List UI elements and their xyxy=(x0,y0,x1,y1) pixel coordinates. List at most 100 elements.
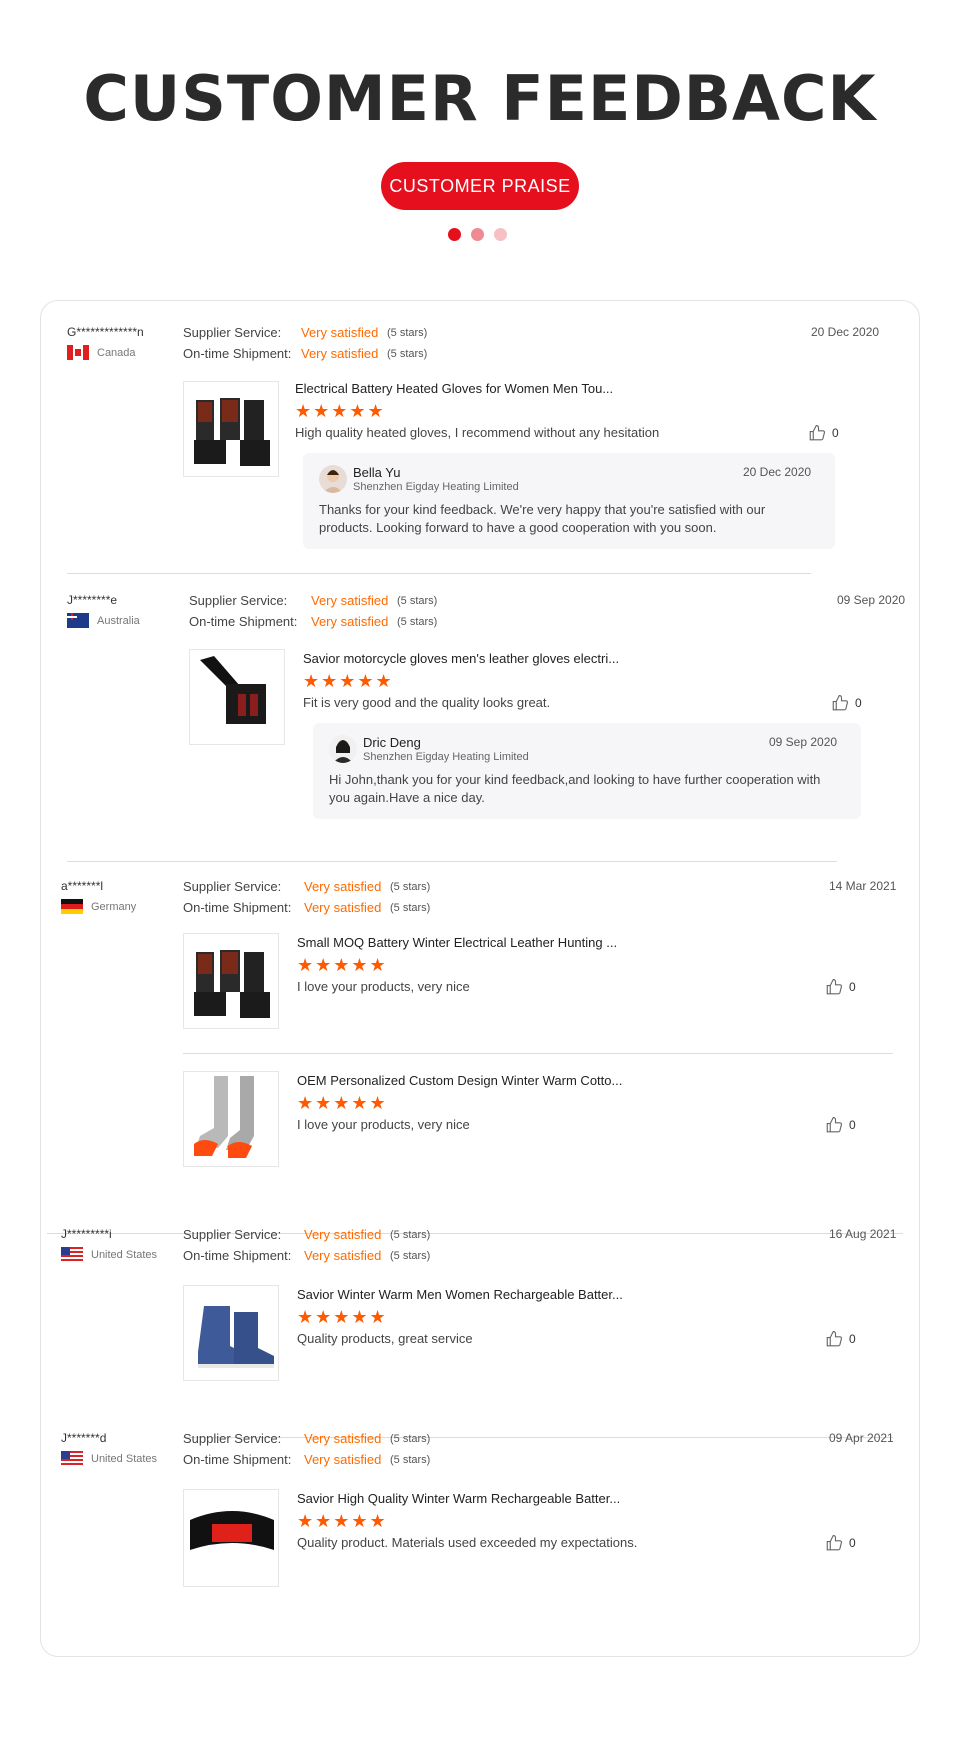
seller-avatar xyxy=(329,735,357,763)
product-title-link[interactable]: Electrical Battery Heated Gloves for Wom… xyxy=(295,381,613,396)
review-text: I love your products, very nice xyxy=(297,979,470,994)
thumbs-up-icon xyxy=(826,1534,843,1551)
thumbs-up-icon xyxy=(832,694,849,711)
product-star-rating: ★★★★★ xyxy=(303,671,394,691)
thumbs-up-icon xyxy=(826,1330,843,1347)
reviewer-country: Germany xyxy=(61,899,136,914)
reviewer-name: a*******l xyxy=(61,879,104,893)
ontime-shipment-rating: Very satisfied xyxy=(311,614,389,629)
seller-company: Shenzhen Eigday Heating Limited xyxy=(353,481,519,493)
product-thumbnail-heated-socks[interactable] xyxy=(183,1071,279,1167)
product-title-link[interactable]: OEM Personalized Custom Design Winter Wa… xyxy=(297,1073,622,1088)
item-divider xyxy=(183,1053,893,1054)
product-title-link[interactable]: Savior Winter Warm Men Women Rechargeabl… xyxy=(297,1287,623,1302)
reply-text: Hi John,thank you for your kind feedback… xyxy=(329,772,821,805)
reviewer-country: United States xyxy=(61,1247,157,1262)
thumbs-up-icon xyxy=(826,978,843,995)
supplier-service-stars: (5 stars) xyxy=(387,327,428,339)
country-name: United States xyxy=(91,1452,158,1465)
divider xyxy=(67,861,837,862)
australia-flag-icon xyxy=(67,613,89,628)
product-thumbnail-motorcycle-gloves[interactable] xyxy=(189,649,285,745)
usa-flag-icon xyxy=(61,1451,83,1466)
product-title-link[interactable]: Small MOQ Battery Winter Electrical Leat… xyxy=(297,935,617,950)
thumbs-up-icon xyxy=(809,424,826,441)
review-text: High quality heated gloves, I recommend … xyxy=(295,425,660,440)
ontime-shipment-stars: (5 stars) xyxy=(387,348,428,360)
carousel-dot-1[interactable] xyxy=(448,228,461,241)
reply-text: Thanks for your kind feedback. We're ver… xyxy=(319,502,766,535)
reviewer-name: J*******d xyxy=(61,1431,107,1445)
country-name: Australia xyxy=(97,614,140,627)
seller-name: Dric Deng xyxy=(363,735,421,750)
seller-reply: Bella Yu Shenzhen Eigday Heating Limited… xyxy=(303,453,835,549)
supplier-service-stars: (5 stars) xyxy=(397,595,438,607)
like-count: 0 xyxy=(849,1118,856,1132)
reviewer-name: J********e xyxy=(67,593,118,607)
review-text: Quality product. Materials used exceeded… xyxy=(297,1535,638,1550)
reviewer-name: G*************n xyxy=(67,325,144,339)
reviewer-country: Canada xyxy=(67,345,136,360)
reply-date: 09 Sep 2020 xyxy=(769,735,838,749)
ontime-shipment-label: On-time Shipment: xyxy=(183,900,292,915)
feedback-card: G*************n Canada Supplier Service:… xyxy=(40,300,920,1657)
review-date: 20 Dec 2020 xyxy=(811,325,880,339)
review-date: 16 Aug 2021 xyxy=(829,1227,897,1241)
product-title-link[interactable]: Savior High Quality Winter Warm Recharge… xyxy=(297,1491,620,1506)
seller-company: Shenzhen Eigday Heating Limited xyxy=(363,751,529,763)
supplier-service-rating: Very satisfied xyxy=(304,879,382,894)
product-star-rating: ★★★★★ xyxy=(297,1093,388,1113)
review-text: Quality products, great service xyxy=(297,1331,473,1346)
product-star-rating: ★★★★★ xyxy=(297,955,388,975)
like-button[interactable]: 0 xyxy=(825,978,856,996)
product-star-rating: ★★★★★ xyxy=(297,1511,388,1531)
product-thumbnail-boots[interactable] xyxy=(183,1285,279,1381)
canada-flag-icon xyxy=(67,345,89,360)
like-count: 0 xyxy=(849,980,856,994)
like-button[interactable]: 0 xyxy=(825,1534,856,1552)
product-thumbnail-gloves[interactable] xyxy=(183,933,279,1029)
page-title: CUSTOMER FEEDBACK xyxy=(83,62,877,135)
review-text: Fit is very good and the quality looks g… xyxy=(303,695,551,710)
ontime-shipment-rating: Very satisfied xyxy=(304,1452,382,1467)
reviewer-name: J*********i xyxy=(61,1227,112,1241)
review-date: 09 Sep 2020 xyxy=(837,593,906,607)
supplier-service-rating: Very satisfied xyxy=(304,1431,382,1446)
supplier-service-label: Supplier Service: xyxy=(183,1227,282,1242)
carousel-dot-3[interactable] xyxy=(494,228,507,241)
like-button[interactable]: 0 xyxy=(825,1116,856,1134)
product-star-rating: ★★★★★ xyxy=(297,1307,388,1327)
like-count: 0 xyxy=(849,1536,856,1550)
supplier-service-stars: (5 stars) xyxy=(390,881,431,893)
review-date: 14 Mar 2021 xyxy=(829,879,897,893)
like-count: 0 xyxy=(832,426,839,440)
ontime-shipment-stars: (5 stars) xyxy=(390,1454,431,1466)
seller-reply: Dric Deng Shenzhen Eigday Heating Limite… xyxy=(313,723,861,819)
country-name: Canada xyxy=(97,346,136,359)
supplier-service-rating: Very satisfied xyxy=(304,1227,382,1242)
supplier-service-stars: (5 stars) xyxy=(390,1229,431,1241)
product-thumbnail-gloves[interactable] xyxy=(183,381,279,477)
like-button[interactable]: 0 xyxy=(831,694,862,712)
product-thumbnail-neck-warmer[interactable] xyxy=(183,1489,279,1587)
ontime-shipment-label: On-time Shipment: xyxy=(183,346,292,361)
thumbs-up-icon xyxy=(826,1116,843,1133)
ontime-shipment-label: On-time Shipment: xyxy=(189,614,298,629)
customer-praise-tab[interactable]: CUSTOMER PRAISE xyxy=(381,162,579,210)
ontime-shipment-stars: (5 stars) xyxy=(397,616,438,628)
like-button[interactable]: 0 xyxy=(825,1330,856,1348)
product-title-link[interactable]: Savior motorcycle gloves men's leather g… xyxy=(303,651,619,666)
divider xyxy=(47,1233,903,1234)
ontime-shipment-rating: Very satisfied xyxy=(301,346,379,361)
carousel-dot-2[interactable] xyxy=(471,228,484,241)
country-name: Germany xyxy=(91,900,137,913)
supplier-service-label: Supplier Service: xyxy=(189,593,288,608)
like-button[interactable]: 0 xyxy=(808,424,839,442)
ontime-shipment-rating: Very satisfied xyxy=(304,900,382,915)
review-text: I love your products, very nice xyxy=(297,1117,470,1132)
ontime-shipment-label: On-time Shipment: xyxy=(183,1248,292,1263)
seller-avatar xyxy=(319,465,347,493)
seller-name: Bella Yu xyxy=(353,465,401,480)
supplier-service-rating: Very satisfied xyxy=(301,325,379,340)
ontime-shipment-stars: (5 stars) xyxy=(390,902,431,914)
